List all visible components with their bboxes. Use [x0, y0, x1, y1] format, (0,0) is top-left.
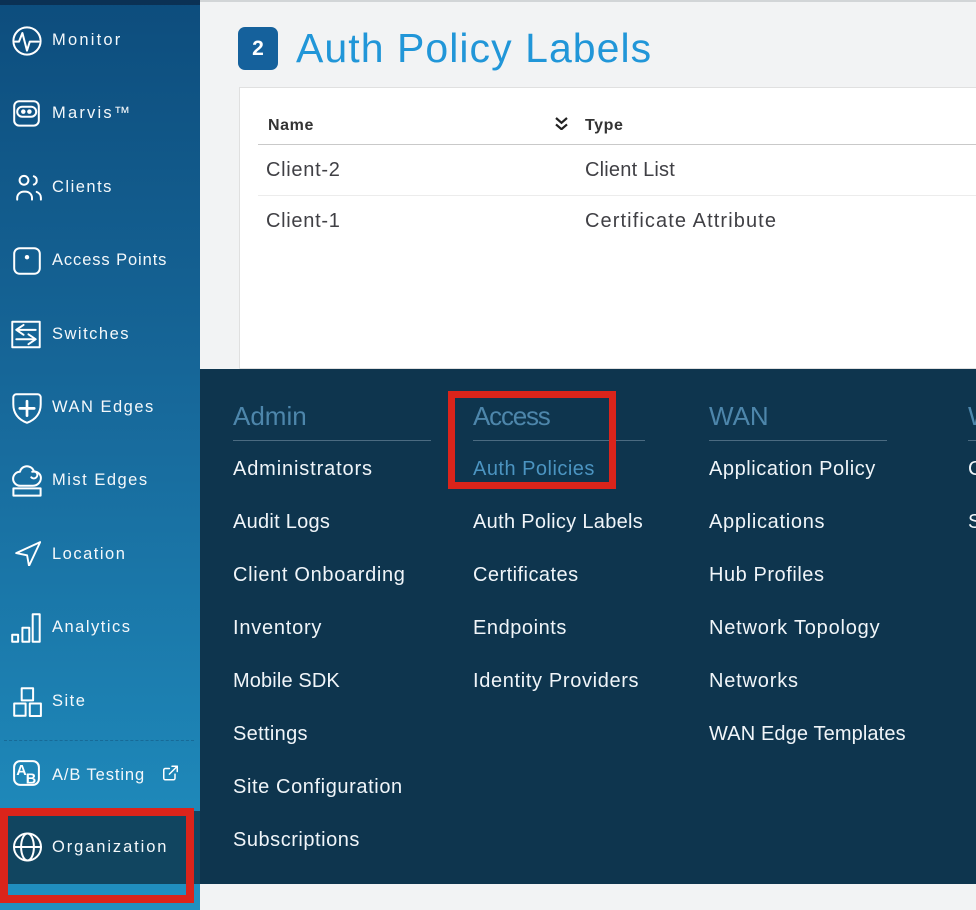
svg-text:B: B [26, 771, 36, 786]
